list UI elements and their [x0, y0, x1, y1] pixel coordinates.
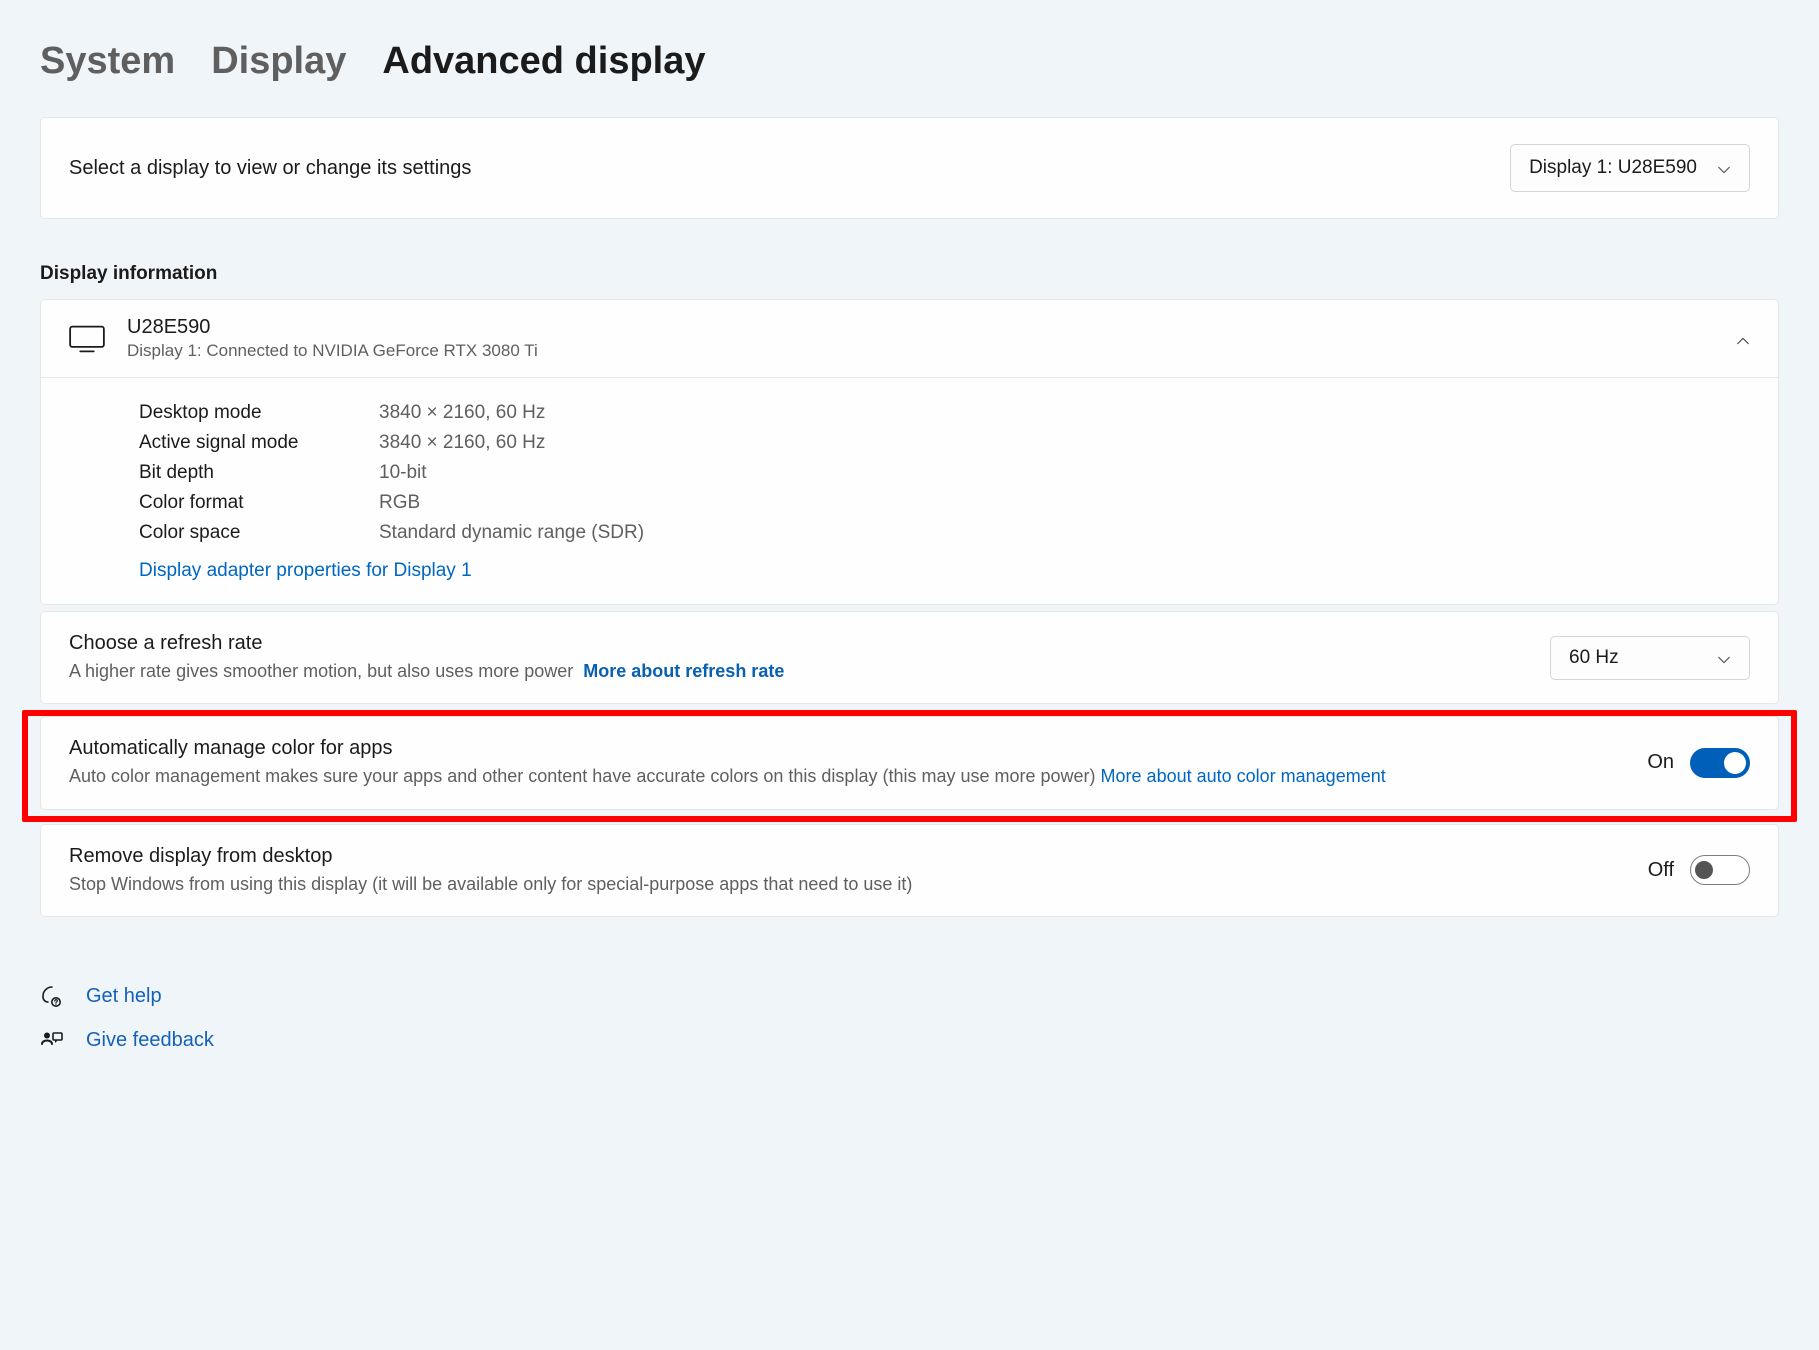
- auto-color-desc-text: Auto color management makes sure your ap…: [69, 766, 1096, 786]
- remove-display-toggle[interactable]: [1690, 855, 1750, 885]
- prop-key: Color format: [139, 492, 379, 514]
- refresh-rate-desc: A higher rate gives smoother motion, but…: [69, 659, 1526, 683]
- prop-key: Color space: [139, 522, 379, 544]
- refresh-rate-link[interactable]: More about refresh rate: [583, 661, 784, 681]
- display-dropdown-value: Display 1: U28E590: [1529, 157, 1697, 179]
- table-row: Desktop mode 3840 × 2160, 60 Hz: [139, 398, 1750, 428]
- prop-val: RGB: [379, 492, 420, 514]
- select-display-label: Select a display to view or change its s…: [69, 157, 471, 180]
- display-info-expander[interactable]: U28E590 Display 1: Connected to NVIDIA G…: [41, 300, 1778, 378]
- prop-val: 3840 × 2160, 60 Hz: [379, 402, 545, 424]
- help-icon: [40, 985, 64, 1009]
- auto-color-card: Automatically manage color for apps Auto…: [40, 716, 1779, 809]
- display-name: U28E590: [127, 316, 538, 339]
- display-adapter-link[interactable]: Display adapter properties for Display 1: [139, 560, 472, 581]
- display-dropdown[interactable]: Display 1: U28E590: [1510, 144, 1750, 192]
- table-row: Active signal mode 3840 × 2160, 60 Hz: [139, 428, 1750, 458]
- auto-color-toggle[interactable]: [1690, 748, 1750, 778]
- prop-key: Desktop mode: [139, 402, 379, 424]
- breadcrumb-display[interactable]: Display: [211, 40, 346, 83]
- chevron-down-icon: [1717, 161, 1731, 175]
- display-info-card: U28E590 Display 1: Connected to NVIDIA G…: [40, 299, 1779, 605]
- auto-color-highlight: Automatically manage color for apps Auto…: [22, 710, 1797, 821]
- chevron-down-icon: [1717, 651, 1731, 665]
- remove-display-card: Remove display from desktop Stop Windows…: [40, 824, 1779, 917]
- table-row: Color format RGB: [139, 488, 1750, 518]
- chevron-up-icon: [1736, 332, 1750, 346]
- display-info-properties: Desktop mode 3840 × 2160, 60 Hz Active s…: [41, 378, 1778, 604]
- auto-color-title: Automatically manage color for apps: [69, 737, 1623, 760]
- prop-key: Bit depth: [139, 462, 379, 484]
- display-information-heading: Display information: [40, 263, 1779, 285]
- prop-key: Active signal mode: [139, 432, 379, 454]
- prop-val: 10-bit: [379, 462, 427, 484]
- feedback-icon: [40, 1029, 64, 1053]
- get-help-link[interactable]: Get help: [86, 985, 162, 1008]
- display-connected: Display 1: Connected to NVIDIA GeForce R…: [127, 341, 538, 361]
- refresh-rate-dropdown[interactable]: 60 Hz: [1550, 636, 1750, 680]
- refresh-rate-desc-text: A higher rate gives smoother motion, but…: [69, 661, 573, 681]
- prop-val: 3840 × 2160, 60 Hz: [379, 432, 545, 454]
- auto-color-link[interactable]: More about auto color management: [1101, 766, 1386, 786]
- breadcrumb-current: Advanced display: [382, 40, 705, 83]
- monitor-icon: [69, 325, 105, 353]
- auto-color-state-label: On: [1647, 751, 1674, 774]
- table-row: Color space Standard dynamic range (SDR): [139, 518, 1750, 548]
- breadcrumb-system[interactable]: System: [40, 40, 175, 83]
- table-row: Bit depth 10-bit: [139, 458, 1750, 488]
- refresh-rate-title: Choose a refresh rate: [69, 632, 1526, 655]
- give-feedback-link[interactable]: Give feedback: [86, 1029, 214, 1052]
- refresh-rate-card: Choose a refresh rate A higher rate give…: [40, 611, 1779, 704]
- select-display-card: Select a display to view or change its s…: [40, 117, 1779, 219]
- breadcrumb: System Display Advanced display: [40, 0, 1779, 117]
- remove-display-state-label: Off: [1648, 859, 1674, 882]
- remove-display-desc: Stop Windows from using this display (it…: [69, 872, 1624, 896]
- auto-color-desc: Auto color management makes sure your ap…: [69, 764, 1623, 788]
- refresh-rate-value: 60 Hz: [1569, 647, 1619, 669]
- remove-display-title: Remove display from desktop: [69, 845, 1624, 868]
- footer-links: Get help Give feedback: [40, 975, 1779, 1063]
- prop-val: Standard dynamic range (SDR): [379, 522, 644, 544]
